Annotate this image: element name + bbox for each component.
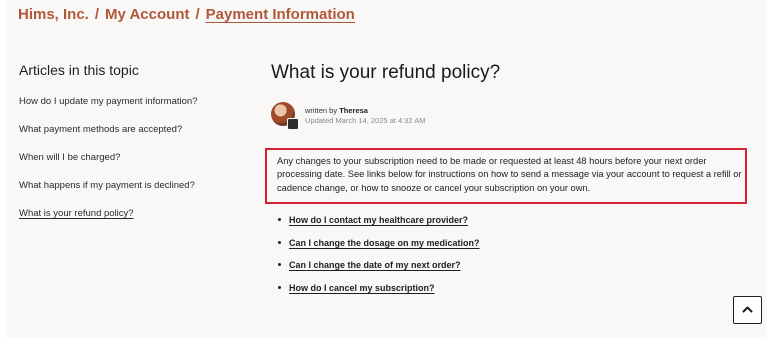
page: Hims, Inc. / My Account / Payment Informatio…: [6, 0, 766, 337]
link-cancel-subscription[interactable]: How do I cancel my subscription?: [289, 283, 435, 293]
related-links: How do I contact my healthcare provider?…: [277, 214, 747, 304]
breadcrumb-separator: /: [94, 6, 100, 23]
breadcrumb: Hims, Inc. / My Account / Payment Informatio…: [18, 6, 355, 23]
link-change-dosage[interactable]: Can I change the dosage on my medication…: [289, 238, 480, 248]
articles-sidebar: Articles in this topic How do I update m…: [19, 62, 239, 236]
breadcrumb-item-my-account[interactable]: My Account: [105, 6, 189, 23]
sidebar-item-refund-policy[interactable]: What is your refund policy?: [19, 208, 239, 220]
scroll-to-top-button[interactable]: [733, 296, 762, 324]
article-body: Any changes to your subscription need to…: [277, 156, 742, 193]
author-info: written by Theresa Updated March 14, 202…: [305, 106, 426, 126]
agent-badge-icon: [287, 118, 299, 130]
breadcrumb-item-payment-information[interactable]: Payment Information: [206, 6, 355, 23]
page-title: What is your refund policy?: [271, 62, 501, 83]
updated-timestamp: Updated March 14, 2025 at 4:32 AM: [305, 116, 426, 125]
author-line: written by Theresa: [305, 106, 426, 116]
breadcrumb-separator: /: [195, 6, 200, 23]
chevron-up-icon: [742, 306, 753, 313]
written-by-prefix: written by: [305, 106, 338, 115]
author-name: Theresa: [339, 106, 368, 115]
list-item: Can I change the dosage on my medication…: [277, 237, 747, 249]
sidebar-item-payment-methods[interactable]: What payment methods are accepted?: [19, 124, 239, 136]
sidebar-item-update-payment[interactable]: How do I update my payment information?: [19, 96, 239, 108]
list-item: How do I contact my healthcare provider?: [277, 214, 747, 226]
article: What is your refund policy? written by T…: [265, 62, 761, 293]
link-contact-provider[interactable]: How do I contact my healthcare provider?: [289, 215, 468, 225]
sidebar-title: Articles in this topic: [19, 62, 139, 78]
sidebar-item-payment-declined[interactable]: What happens if my payment is declined?: [19, 180, 239, 192]
link-change-order-date[interactable]: Can I change the date of my next order?: [289, 260, 461, 270]
sidebar-item-when-charged[interactable]: When will I be charged?: [19, 152, 239, 164]
breadcrumb-item-hims[interactable]: Hims, Inc.: [18, 6, 89, 23]
list-item: Can I change the date of my next order?: [277, 259, 747, 271]
article-author: written by Theresa Updated March 14, 202…: [271, 102, 571, 132]
list-item: How do I cancel my subscription?: [277, 282, 747, 294]
